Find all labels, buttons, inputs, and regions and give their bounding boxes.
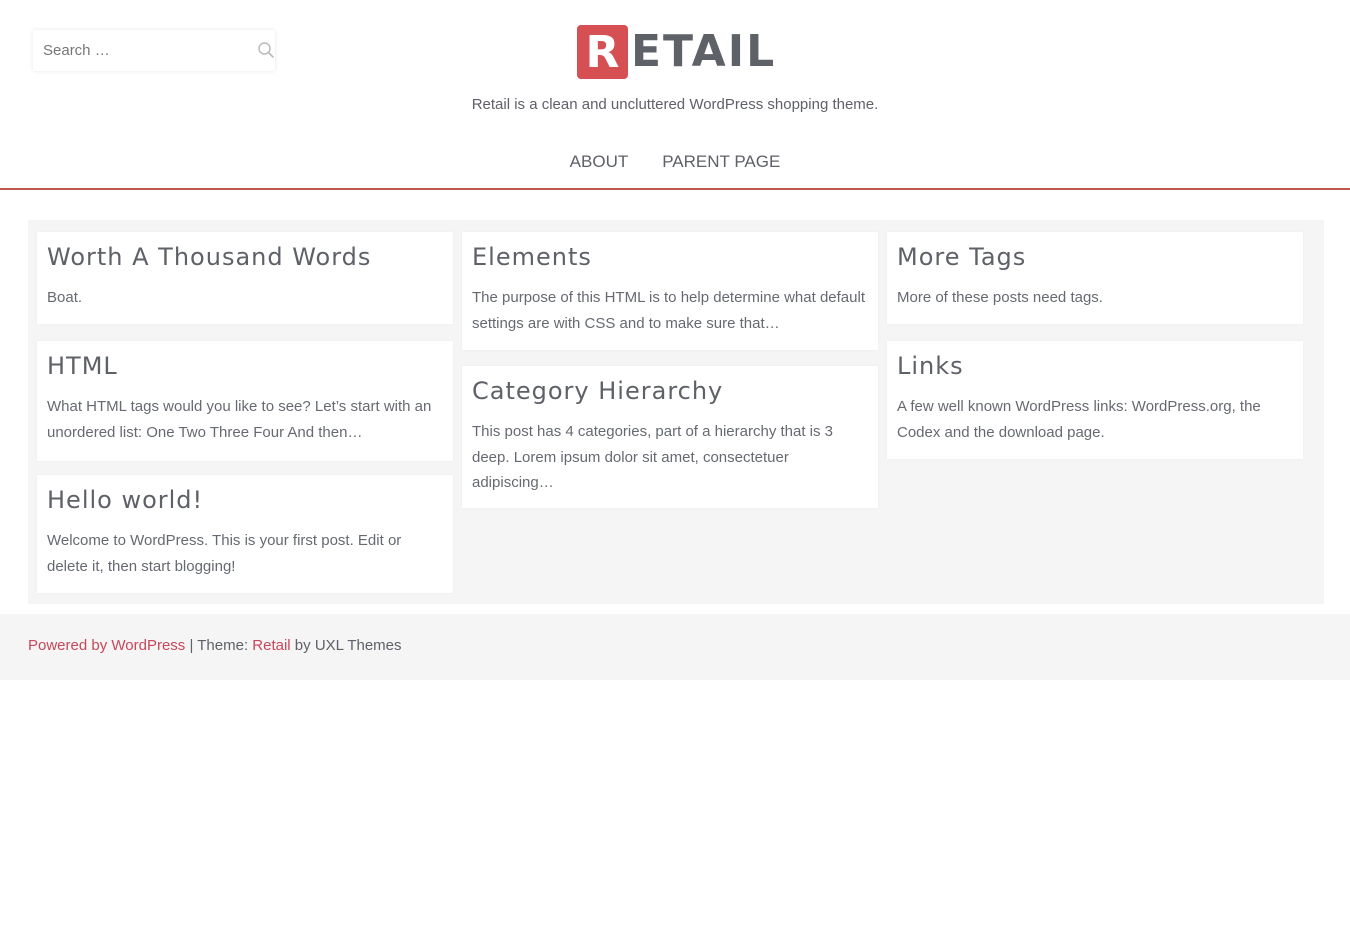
post-card[interactable]: Elements The purpose of this HTML is to … <box>462 232 878 350</box>
footer-credits: Powered by WordPress | Theme: Retail by … <box>28 637 402 654</box>
post-title[interactable]: HTML <box>47 350 443 382</box>
post-excerpt: The purpose of this HTML is to help dete… <box>472 289 865 332</box>
post-excerpt: What HTML tags would you like to see? Le… <box>47 398 432 441</box>
post-excerpt: A few well known WordPress links: WordPr… <box>897 398 1261 441</box>
theme-link[interactable]: Retail <box>252 637 290 654</box>
nav-item-parent-page[interactable]: PARENT PAGE <box>645 152 797 172</box>
footer-separator: | Theme: <box>185 637 253 654</box>
site-tagline: Retail is a clean and uncluttered WordPr… <box>471 96 879 113</box>
search-input[interactable] <box>33 30 243 71</box>
footer-by-text: by UXL Themes <box>290 637 402 654</box>
logo-text: ETAIL <box>631 26 777 77</box>
post-title[interactable]: Hello world! <box>47 484 443 516</box>
post-card[interactable]: Category Hierarchy This post has 4 categ… <box>462 366 878 508</box>
post-card[interactable]: More Tags More of these posts need tags. <box>887 232 1303 324</box>
site-footer: Powered by WordPress | Theme: Retail by … <box>0 614 1350 680</box>
site-logo[interactable]: R ETAIL <box>577 25 776 79</box>
post-excerpt: Welcome to WordPress. This is your first… <box>47 532 402 575</box>
post-title[interactable]: Category Hierarchy <box>472 375 868 407</box>
post-title[interactable]: Links <box>897 350 1293 382</box>
search-icon[interactable] <box>257 41 275 59</box>
post-title[interactable]: Elements <box>472 241 868 273</box>
post-card[interactable]: Worth A Thousand Words Boat. <box>37 232 453 324</box>
post-title[interactable]: Worth A Thousand Words <box>47 241 443 273</box>
post-excerpt: This post has 4 categories, part of a hi… <box>472 423 834 491</box>
post-card[interactable]: HTML What HTML tags would you like to se… <box>37 341 453 461</box>
site-header: R ETAIL Retail is a clean and uncluttere… <box>0 0 1350 190</box>
post-excerpt: Boat. <box>47 289 83 306</box>
post-card[interactable]: Links A few well known WordPress links: … <box>887 341 1303 459</box>
logo-badge: R <box>577 25 628 79</box>
post-card[interactable]: Hello world! Welcome to WordPress. This … <box>37 475 453 593</box>
search-form <box>33 30 275 71</box>
powered-by-link[interactable]: Powered by WordPress <box>28 637 185 654</box>
main-navigation: ABOUT PARENT PAGE <box>0 152 1350 172</box>
post-excerpt: More of these posts need tags. <box>897 289 1103 306</box>
post-title[interactable]: More Tags <box>897 241 1293 273</box>
nav-item-about[interactable]: ABOUT <box>553 152 646 172</box>
post-grid: Worth A Thousand Words Boat. HTML What H… <box>28 220 1324 604</box>
